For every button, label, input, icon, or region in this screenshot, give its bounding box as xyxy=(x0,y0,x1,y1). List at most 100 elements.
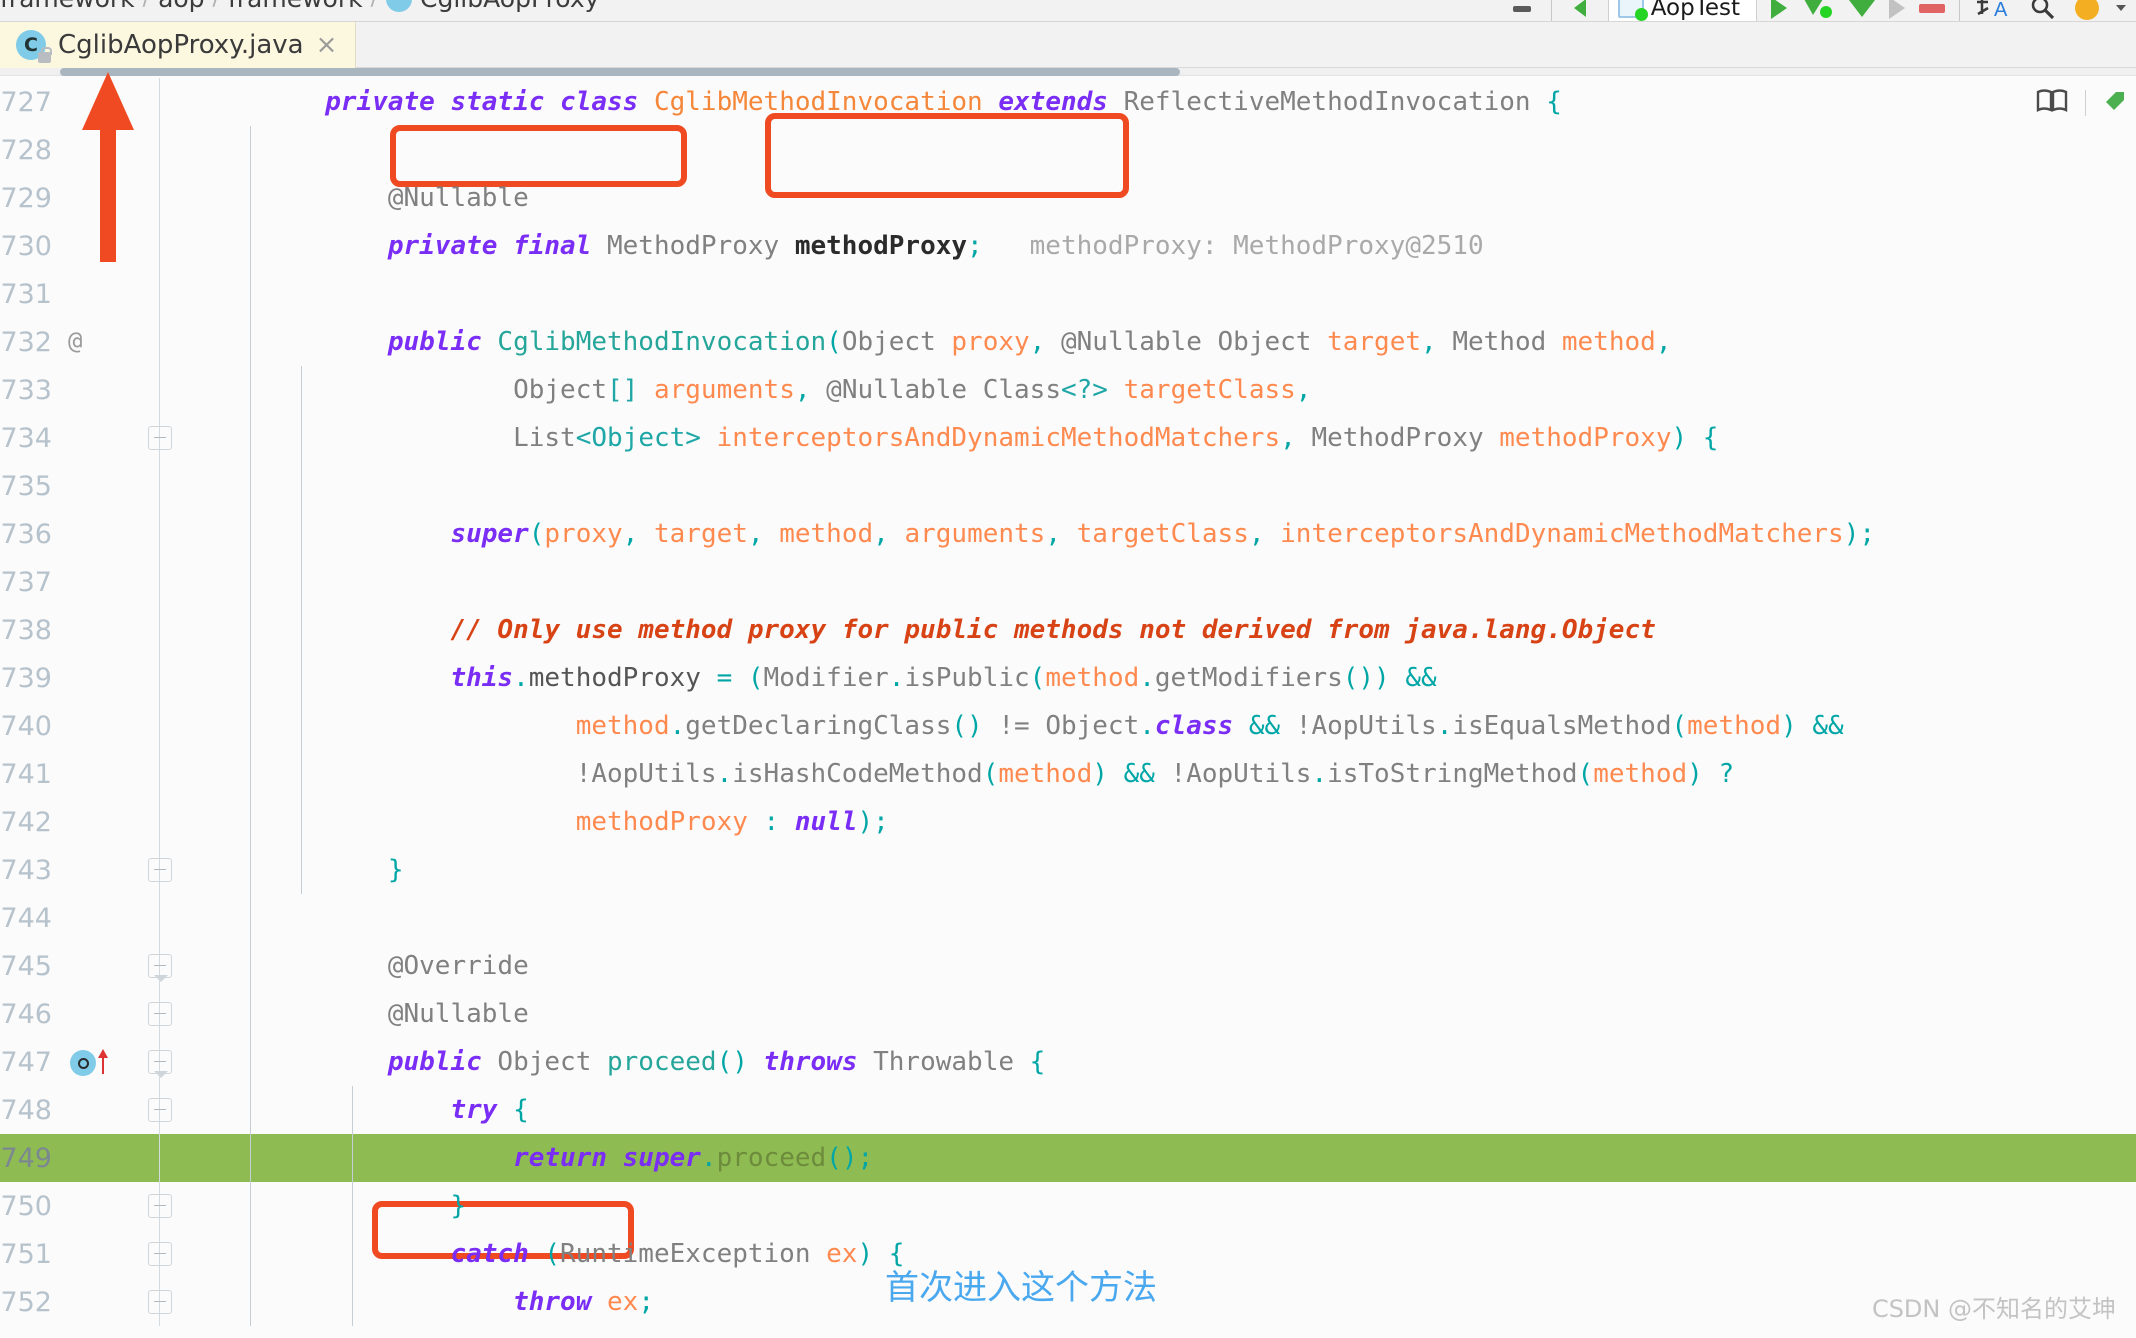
code-text[interactable]: throw ex; xyxy=(200,1278,2136,1326)
gutter-marker-area[interactable]: @ xyxy=(62,318,118,366)
code-text[interactable]: List<Object> interceptorsAndDynamicMetho… xyxy=(200,414,2136,462)
gutter-marker-area[interactable] xyxy=(62,126,118,174)
code-line[interactable]: 734 List<Object> interceptorsAndDynamicM… xyxy=(0,414,2136,462)
gutter-marker-area[interactable] xyxy=(62,558,118,606)
fold-gutter[interactable] xyxy=(118,1134,200,1182)
fold-gutter[interactable] xyxy=(118,750,200,798)
fold-gutter[interactable] xyxy=(118,174,200,222)
fold-toggle[interactable] xyxy=(148,1242,172,1266)
horizontal-scrollbar-track[interactable] xyxy=(0,68,2136,76)
code-line[interactable]: 746 @Nullable xyxy=(0,990,2136,1038)
fold-gutter[interactable] xyxy=(118,942,200,990)
code-text[interactable]: this.methodProxy = (Modifier.isPublic(me… xyxy=(200,654,2136,702)
gutter-marker-area[interactable] xyxy=(62,1134,118,1182)
back-icon[interactable] xyxy=(1566,0,1594,21)
gutter-marker-area[interactable] xyxy=(62,942,118,990)
code-text[interactable] xyxy=(200,894,2136,942)
fold-gutter[interactable] xyxy=(118,462,200,510)
fold-gutter[interactable] xyxy=(118,1038,200,1086)
code-text[interactable]: try { xyxy=(200,1086,2136,1134)
code-text[interactable]: } xyxy=(200,846,2136,894)
translate-icon[interactable]: A xyxy=(1974,0,2014,21)
code-line[interactable]: 733 Object[] arguments, @Nullable Class<… xyxy=(0,366,2136,414)
code-editor[interactable]: 727 private static class CglibMethodInvo… xyxy=(0,68,2136,1338)
fold-toggle[interactable] xyxy=(148,1290,172,1314)
gutter-marker-area[interactable] xyxy=(62,990,118,1038)
code-line[interactable]: 730 private final MethodProxy methodProx… xyxy=(0,222,2136,270)
run-configuration-selector[interactable]: AopTest xyxy=(1607,0,1757,21)
gutter-marker-area[interactable] xyxy=(62,894,118,942)
code-line[interactable]: 747 public Object proceed() throws Throw… xyxy=(0,1038,2136,1086)
chevron-down-icon[interactable] xyxy=(2116,5,2126,11)
fold-gutter[interactable] xyxy=(118,558,200,606)
gutter-marker-area[interactable] xyxy=(62,846,118,894)
code-text[interactable]: public Object proceed() throws Throwable… xyxy=(200,1038,2136,1086)
fold-gutter[interactable] xyxy=(118,414,200,462)
code-line[interactable]: 728 xyxy=(0,126,2136,174)
gutter-marker-area[interactable] xyxy=(62,462,118,510)
gutter-marker-area[interactable] xyxy=(62,654,118,702)
code-text[interactable]: Object[] arguments, @Nullable Class<?> t… xyxy=(200,366,2136,414)
gutter-marker-area[interactable] xyxy=(62,1038,118,1086)
code-text[interactable]: methodProxy : null); xyxy=(200,798,2136,846)
code-text[interactable]: private static class CglibMethodInvocati… xyxy=(200,78,2136,126)
code-line[interactable]: 745 @Override xyxy=(0,942,2136,990)
code-line[interactable]: 732 @ public CglibMethodInvocation(Object… xyxy=(0,318,2136,366)
gutter-marker-area[interactable] xyxy=(62,78,118,126)
fold-gutter[interactable] xyxy=(118,1086,200,1134)
gutter-marker-area[interactable] xyxy=(62,270,118,318)
code-text[interactable]: public CglibMethodInvocation(Object prox… xyxy=(200,318,2136,366)
code-line[interactable]: 749 return super.proceed(); xyxy=(0,1134,2136,1182)
code-text[interactable]: } xyxy=(200,1182,2136,1230)
fold-gutter[interactable] xyxy=(118,366,200,414)
fold-gutter[interactable] xyxy=(118,702,200,750)
fold-gutter[interactable] xyxy=(118,606,200,654)
code-line[interactable]: 748 try { xyxy=(0,1086,2136,1134)
code-line[interactable]: 736 super(proxy, target, method, argumen… xyxy=(0,510,2136,558)
horizontal-scrollbar-thumb[interactable] xyxy=(60,68,1180,76)
step-over-icon[interactable] xyxy=(1849,0,1875,17)
gutter-marker-area[interactable] xyxy=(62,414,118,462)
code-text[interactable]: super(proxy, target, method, arguments, … xyxy=(200,510,2136,558)
gutter-marker-area[interactable] xyxy=(62,1182,118,1230)
fold-gutter[interactable] xyxy=(118,990,200,1038)
fold-gutter[interactable] xyxy=(118,510,200,558)
breadcrumb-item-2[interactable]: framework xyxy=(228,0,363,13)
code-line[interactable]: 727 private static class CglibMethodInvo… xyxy=(0,78,2136,126)
gutter-marker-area[interactable] xyxy=(62,1086,118,1134)
code-text[interactable]: @Nullable xyxy=(200,174,2136,222)
fold-gutter[interactable] xyxy=(118,1182,200,1230)
gutter-marker-area[interactable] xyxy=(62,366,118,414)
gutter-marker-area[interactable] xyxy=(62,1278,118,1326)
code-text[interactable]: return super.proceed(); xyxy=(200,1134,2136,1182)
fold-gutter[interactable] xyxy=(118,126,200,174)
code-line[interactable]: 729 @Nullable xyxy=(0,174,2136,222)
fold-toggle[interactable] xyxy=(148,1002,172,1026)
fold-gutter[interactable] xyxy=(118,846,200,894)
code-text[interactable] xyxy=(200,462,2136,510)
code-line[interactable]: 741 !AopUtils.isHashCodeMethod(method) &… xyxy=(0,750,2136,798)
fold-toggle[interactable] xyxy=(148,858,172,882)
fold-toggle[interactable] xyxy=(148,1050,172,1078)
run-icon[interactable] xyxy=(1771,0,1787,19)
fold-gutter[interactable] xyxy=(118,318,200,366)
close-icon[interactable]: × xyxy=(316,30,338,60)
code-line[interactable]: 737 xyxy=(0,558,2136,606)
code-text[interactable]: // Only use method proxy for public meth… xyxy=(200,606,2136,654)
fold-gutter[interactable] xyxy=(118,798,200,846)
fold-toggle[interactable] xyxy=(148,1194,172,1218)
code-line[interactable]: 740 method.getDeclaringClass() != Object… xyxy=(0,702,2136,750)
code-line[interactable]: 743 } xyxy=(0,846,2136,894)
overriding-method-icon[interactable] xyxy=(70,1050,96,1076)
gutter-marker-area[interactable] xyxy=(62,174,118,222)
code-text[interactable]: @Nullable xyxy=(200,990,2136,1038)
code-text[interactable]: catch (RuntimeException ex) { xyxy=(200,1230,2136,1278)
code-text[interactable] xyxy=(200,270,2136,318)
code-line[interactable]: 742 methodProxy : null); xyxy=(0,798,2136,846)
fold-gutter[interactable] xyxy=(118,270,200,318)
search-icon[interactable] xyxy=(2028,0,2058,21)
code-text[interactable]: private final MethodProxy methodProxy; m… xyxy=(200,222,2136,270)
account-icon[interactable] xyxy=(2072,0,2102,21)
code-line[interactable]: 731 xyxy=(0,270,2136,318)
breadcrumb-item-0[interactable]: framework xyxy=(0,0,135,13)
